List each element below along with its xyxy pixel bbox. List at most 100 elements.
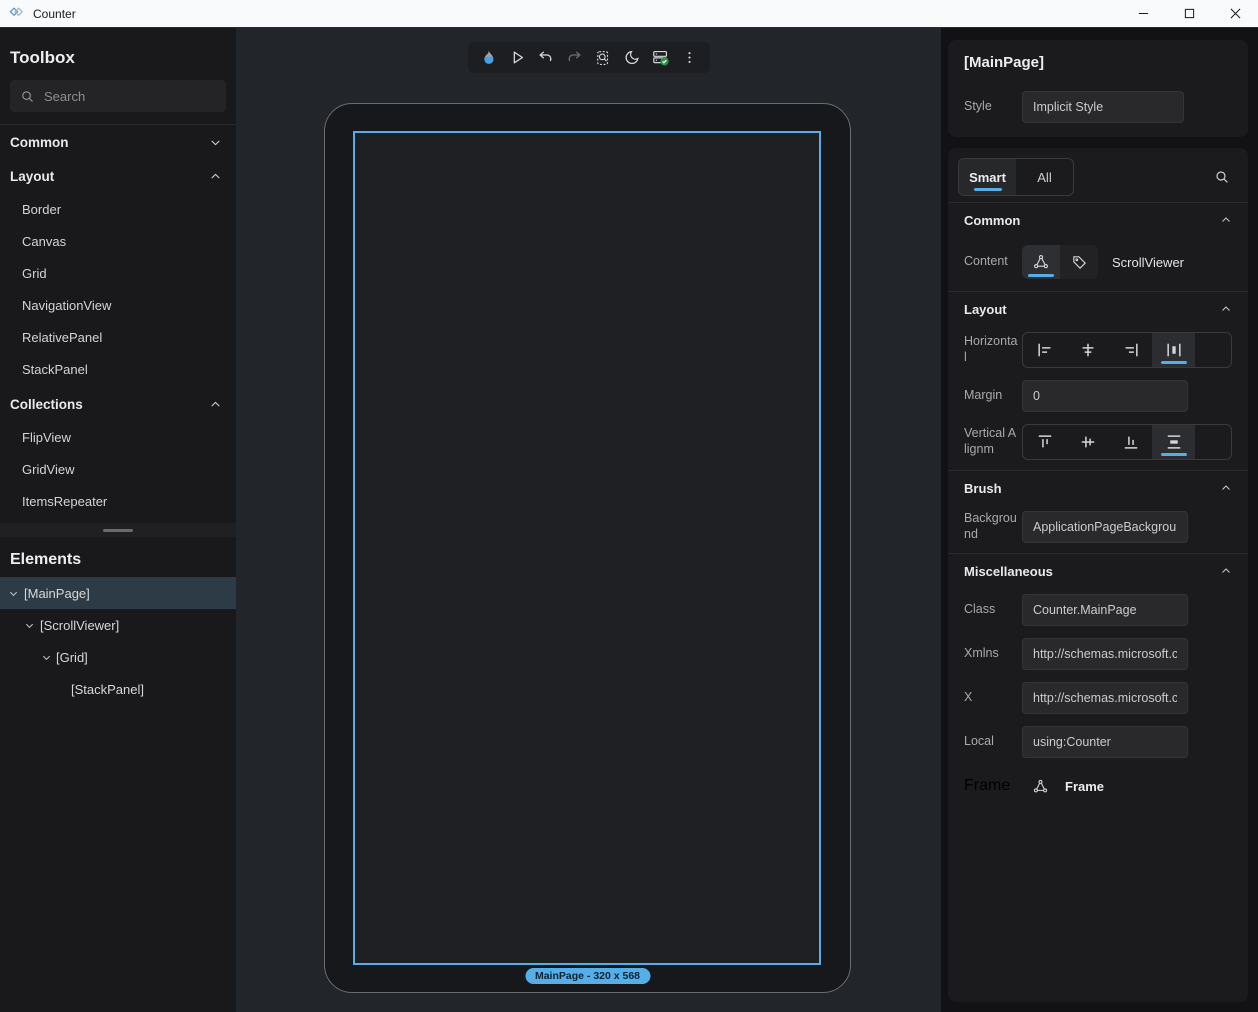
selection-card: [MainPage] Style: [948, 40, 1248, 137]
zoom-selection-icon[interactable]: [590, 45, 616, 71]
style-label: Style: [964, 99, 1022, 115]
chevron-up-icon: [209, 398, 222, 411]
tab-smart[interactable]: Smart: [959, 159, 1016, 195]
window-title: Counter: [33, 7, 76, 21]
search-input[interactable]: [44, 89, 220, 104]
titlebar: Counter: [0, 0, 1258, 28]
vertical-alignment-group: [1022, 424, 1232, 460]
device-frame: MainPage - 320 x 568: [324, 103, 851, 993]
toolbox-search[interactable]: [10, 80, 226, 112]
toolbox-item-flipview[interactable]: FlipView: [0, 421, 236, 453]
frame-label: Frame: [964, 777, 1022, 795]
tab-all[interactable]: All: [1016, 159, 1073, 195]
theme-toggle-moon-icon[interactable]: [619, 45, 645, 71]
margin-label: Margin: [964, 388, 1022, 404]
tree-item-grid[interactable]: [Grid]: [0, 641, 236, 673]
tree-item-mainpage[interactable]: [MainPage]: [0, 577, 236, 609]
close-button[interactable]: [1212, 0, 1258, 27]
chevron-down-icon[interactable]: [24, 620, 35, 631]
splitter-handle: [103, 529, 133, 532]
selection-header: [MainPage]: [964, 54, 1232, 71]
toolbox-item-navigationview[interactable]: NavigationView: [0, 289, 236, 321]
content-tag-mode-button[interactable]: [1060, 245, 1098, 279]
section-miscellaneous[interactable]: Miscellaneous: [948, 556, 1248, 586]
elements-tree: [MainPage] [ScrollViewer] [Grid] [StackP…: [0, 577, 236, 705]
chevron-down-icon[interactable]: [8, 588, 19, 599]
chevron-up-icon: [209, 170, 222, 183]
toolbox-item-stackpanel[interactable]: StackPanel: [0, 353, 236, 385]
chevron-up-icon: [1220, 482, 1232, 494]
toolbox-panel: Toolbox Common Layout Border Canvas Grid: [0, 28, 236, 1012]
background-label: Background: [964, 511, 1022, 542]
align-bottom-button[interactable]: [1109, 425, 1152, 459]
chevron-down-icon[interactable]: [41, 652, 52, 663]
class-input[interactable]: [1022, 594, 1188, 626]
xmlns-input[interactable]: [1022, 638, 1188, 670]
content-value[interactable]: ScrollViewer: [1112, 255, 1184, 270]
section-brush[interactable]: Brush: [948, 473, 1248, 503]
content-label: Content: [964, 254, 1022, 270]
horizontal-alignment-group: [1022, 332, 1232, 368]
toolbox-section-common[interactable]: Common: [0, 125, 236, 159]
elements-title: Elements: [0, 537, 236, 569]
toolbox-section-collections[interactable]: Collections: [0, 387, 236, 421]
properties-card: Smart All Common: [948, 148, 1248, 1002]
chevron-down-icon: [209, 136, 222, 149]
toolbox-item-relativepanel[interactable]: RelativePanel: [0, 321, 236, 353]
style-input[interactable]: [1022, 91, 1184, 123]
content-element-mode-button[interactable]: [1022, 245, 1060, 279]
margin-input[interactable]: [1022, 380, 1188, 412]
element-hierarchy-icon: [1032, 778, 1049, 795]
align-center-horizontal-button[interactable]: [1066, 333, 1109, 367]
play-icon[interactable]: [504, 45, 530, 71]
toolbox-item-border[interactable]: Border: [0, 193, 236, 225]
maximize-button[interactable]: [1166, 0, 1212, 27]
align-stretch-horizontal-button[interactable]: [1152, 333, 1195, 367]
align-top-button[interactable]: [1023, 425, 1066, 459]
more-options-kebab-icon[interactable]: [677, 45, 703, 71]
vertical-alignment-label: Vertical Alignm: [964, 426, 1022, 457]
align-center-vertical-button[interactable]: [1066, 425, 1109, 459]
toolbox-item-itemsrepeater[interactable]: ItemsRepeater: [0, 485, 236, 517]
hot-reload-flame-icon[interactable]: [475, 45, 501, 71]
chevron-up-icon: [1220, 565, 1232, 577]
app-logo-icon: [8, 5, 25, 22]
divider: [948, 202, 1248, 203]
x-namespace-label: X: [964, 690, 1022, 706]
x-namespace-input[interactable]: [1022, 682, 1188, 714]
xmlns-label: Xmlns: [964, 646, 1022, 662]
design-canvas[interactable]: MainPage - 320 x 568: [236, 28, 941, 1012]
toolbox-item-grid[interactable]: Grid: [0, 257, 236, 289]
divider: [948, 553, 1248, 554]
align-right-button[interactable]: [1109, 333, 1152, 367]
divider: [948, 470, 1248, 471]
minimize-button[interactable]: [1120, 0, 1166, 27]
properties-search-icon[interactable]: [1214, 169, 1230, 185]
undo-icon[interactable]: [533, 45, 559, 71]
devserver-connected-icon[interactable]: [648, 45, 674, 71]
page-design-surface[interactable]: [353, 131, 821, 965]
designer-toolbar: [468, 42, 710, 73]
toolbox-item-canvas[interactable]: Canvas: [0, 225, 236, 257]
frame-value[interactable]: Frame: [1065, 779, 1104, 794]
tree-item-stackpanel[interactable]: [StackPanel]: [0, 673, 236, 705]
redo-icon[interactable]: [562, 45, 588, 71]
toolbox-item-gridview[interactable]: GridView: [0, 453, 236, 485]
chevron-up-icon: [1220, 214, 1232, 226]
properties-tabs: Smart All: [958, 158, 1238, 196]
toolbox-section-layout[interactable]: Layout: [0, 159, 236, 193]
panel-splitter[interactable]: [0, 523, 236, 537]
toolbox-title: Toolbox: [0, 28, 236, 68]
align-stretch-vertical-button[interactable]: [1152, 425, 1195, 459]
search-icon: [20, 89, 35, 104]
background-input[interactable]: [1022, 511, 1188, 543]
local-namespace-label: Local: [964, 734, 1022, 750]
class-label: Class: [964, 602, 1022, 618]
section-layout[interactable]: Layout: [948, 294, 1248, 324]
chevron-up-icon: [1220, 303, 1232, 315]
local-namespace-input[interactable]: [1022, 726, 1188, 758]
section-common[interactable]: Common: [948, 205, 1248, 235]
align-left-button[interactable]: [1023, 333, 1066, 367]
selection-size-label: MainPage - 320 x 568: [525, 968, 650, 984]
tree-item-scrollviewer[interactable]: [ScrollViewer]: [0, 609, 236, 641]
